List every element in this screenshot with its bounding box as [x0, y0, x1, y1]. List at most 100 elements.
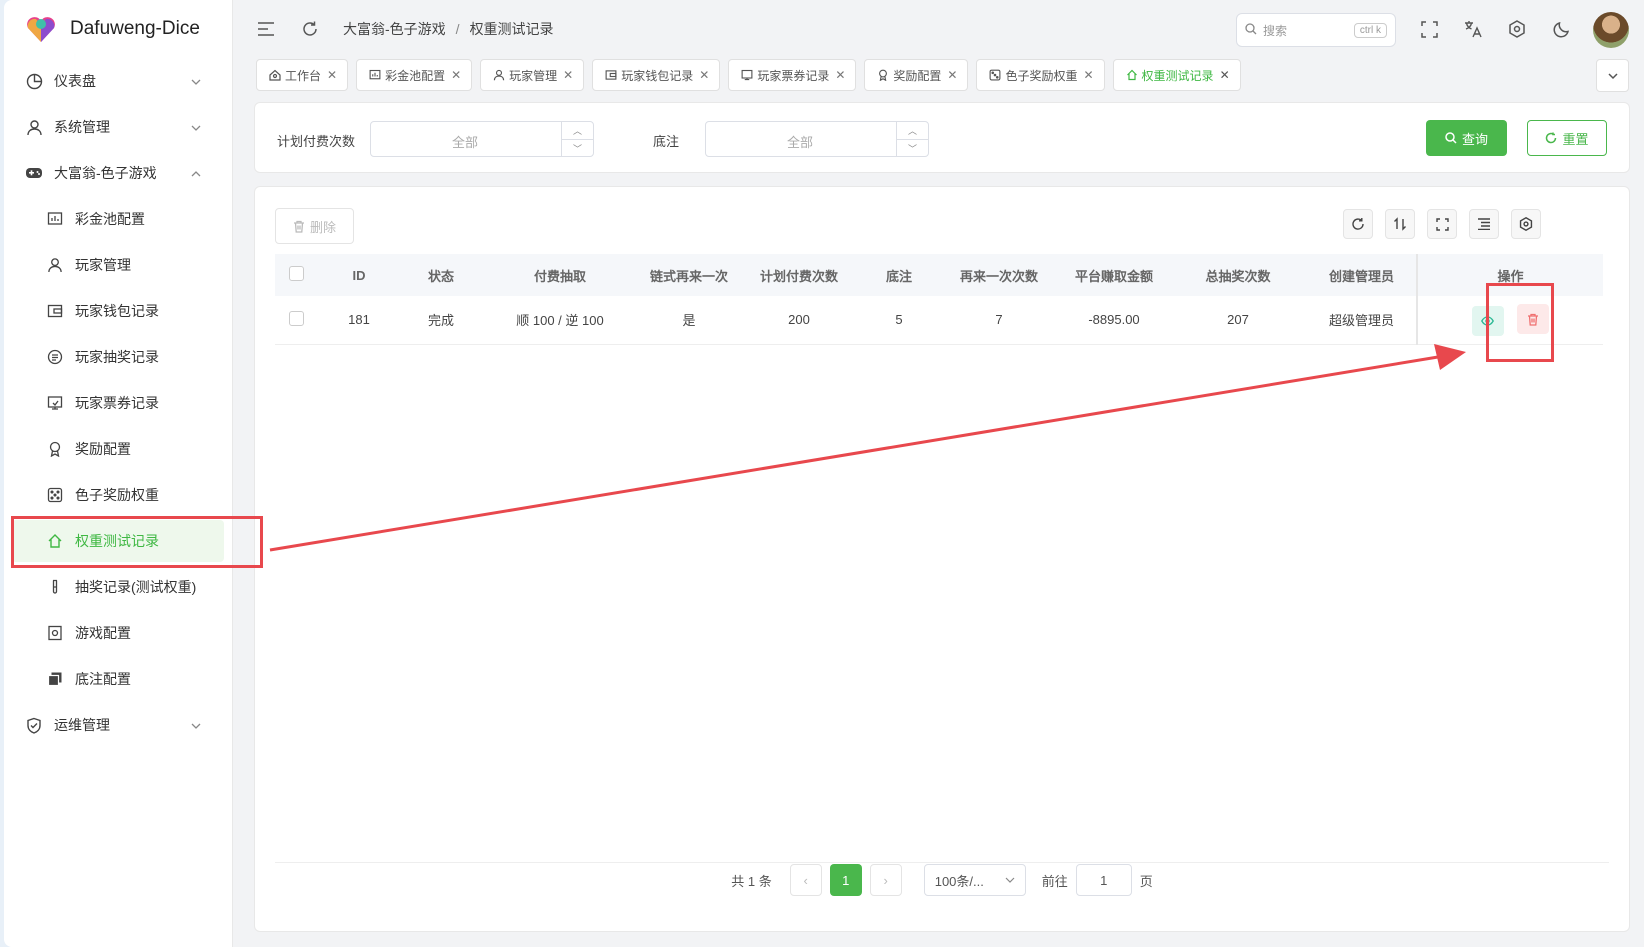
search-input[interactable]: 搜索 ctrl k — [1236, 13, 1396, 47]
user-icon — [24, 117, 44, 137]
award-icon — [877, 69, 889, 81]
tab-ticket-records[interactable]: 玩家票券记录 ✕ — [728, 59, 857, 91]
number-stepper[interactable]: ︿ ﹀ — [561, 122, 593, 156]
number-stepper[interactable]: ︿ ﹀ — [896, 122, 928, 156]
column-header[interactable]: 总抽奖次数 — [1169, 254, 1307, 296]
translate-icon[interactable] — [1462, 18, 1484, 40]
sidebar-menu-footer: 运维管理 — [4, 702, 232, 748]
search-icon — [1245, 22, 1257, 38]
sidebar-item-dice-game[interactable]: 大富翁-色子游戏 — [4, 150, 232, 196]
sidebar: Dafuweng-Dice 仪表盘 系统管理 大富翁-色子游戏 彩金池配置 玩家… — [4, 0, 233, 947]
sidebar-item-bet-config[interactable]: 底注配置 — [4, 656, 232, 702]
close-icon[interactable]: ✕ — [451, 68, 461, 82]
tab-dice-reward-weight[interactable]: 色子奖励权重 ✕ — [976, 59, 1105, 91]
close-icon[interactable]: ✕ — [563, 68, 573, 82]
refresh-icon[interactable] — [299, 18, 321, 40]
column-settings-button[interactable] — [1511, 209, 1541, 239]
sidebar-item-label: 底注配置 — [75, 671, 131, 687]
table-fullscreen-button[interactable] — [1427, 209, 1457, 239]
page-size-select[interactable]: 100条/... — [923, 864, 1026, 896]
sidebar-item-label: 权重测试记录 — [75, 533, 159, 549]
breadcrumb: 大富翁-色子游戏 / 权重测试记录 — [343, 19, 554, 39]
column-header[interactable]: 创建管理员 — [1307, 254, 1417, 296]
close-icon[interactable]: ✕ — [1083, 68, 1093, 82]
table-row: 181 完成 顺 100 / 逆 100 是 200 5 7 -8895.00 … — [275, 296, 1603, 345]
row-checkbox[interactable] — [288, 310, 304, 326]
sidebar-item-player-management[interactable]: 玩家管理 — [4, 242, 232, 288]
next-page-button[interactable]: › — [869, 864, 902, 896]
breadcrumb-item[interactable]: 大富翁-色子游戏 — [343, 19, 446, 39]
close-icon[interactable]: ✕ — [327, 68, 337, 82]
sidebar-item-ops[interactable]: 运维管理 — [4, 702, 232, 748]
avatar[interactable] — [1593, 12, 1629, 48]
prev-page-button[interactable]: ‹ — [789, 864, 822, 896]
select-all-checkbox[interactable] — [288, 266, 304, 281]
sort-icon — [1393, 217, 1407, 231]
chevron-up-icon[interactable]: ︿ — [562, 122, 593, 139]
filter-label-bet: 底注 — [653, 134, 680, 149]
settings-doc-icon — [45, 623, 65, 643]
delete-row-button[interactable] — [1517, 304, 1550, 334]
column-header[interactable]: 计划付费次数 — [739, 254, 859, 296]
home-icon — [1126, 69, 1138, 81]
cell-actions — [1416, 296, 1603, 345]
fullscreen-icon[interactable] — [1418, 18, 1440, 40]
tab-jackpot-config[interactable]: 彩金池配置 ✕ — [356, 59, 473, 91]
close-icon[interactable]: ✕ — [947, 68, 957, 82]
refresh-table-button[interactable] — [1343, 209, 1373, 239]
sidebar-item-reward-config[interactable]: 奖励配置 — [4, 426, 232, 472]
sort-button[interactable] — [1385, 209, 1415, 239]
view-button[interactable] — [1471, 305, 1504, 336]
column-header[interactable]: 付费抽取 — [481, 254, 639, 296]
sidebar-item-dice-reward-weight[interactable]: 色子奖励权重 — [4, 472, 232, 518]
logo[interactable]: Dafuweng-Dice — [4, 0, 232, 58]
tab-weight-test-records[interactable]: 权重测试记录 ✕ — [1112, 59, 1241, 91]
plan-count-input[interactable]: 全部 ︿ ﹀ — [370, 121, 594, 157]
chevron-up-icon[interactable]: ︿ — [897, 122, 928, 139]
density-button[interactable] — [1469, 209, 1499, 239]
query-button[interactable]: 查询 — [1426, 120, 1507, 156]
tab-player-management[interactable]: 玩家管理 ✕ — [480, 59, 585, 91]
page-number-current[interactable]: 1 — [829, 864, 862, 896]
close-icon[interactable]: ✕ — [835, 68, 845, 82]
dark-mode-icon[interactable] — [1550, 18, 1572, 40]
close-icon[interactable]: ✕ — [1220, 68, 1230, 82]
sidebar-item-weight-test-records[interactable]: 权重测试记录 — [12, 520, 224, 562]
chevron-right-icon: › — [883, 872, 888, 888]
tabs-dropdown-button[interactable] — [1596, 59, 1629, 92]
sidebar-item-ticket-records[interactable]: 玩家票券记录 — [4, 380, 232, 426]
bet-input[interactable]: 全部 ︿ ﹀ — [705, 121, 929, 157]
column-header[interactable]: 再来一次次数 — [939, 254, 1059, 296]
chevron-down-icon[interactable]: ﹀ — [897, 139, 928, 156]
refresh-icon — [1545, 132, 1557, 144]
tab-label: 工作台 — [285, 68, 322, 83]
tab-wallet-records[interactable]: 玩家钱包记录 ✕ — [592, 59, 721, 91]
user-icon — [45, 255, 65, 275]
sidebar-item-label: 大富翁-色子游戏 — [54, 165, 157, 181]
sidebar-item-jackpot-config[interactable]: 彩金池配置 — [4, 196, 232, 242]
sidebar-item-system[interactable]: 系统管理 — [4, 104, 232, 150]
sidebar-item-dashboard[interactable]: 仪表盘 — [4, 58, 232, 104]
column-header[interactable]: 状态 — [401, 254, 481, 296]
column-header[interactable]: 底注 — [859, 254, 939, 296]
reset-button[interactable]: 重置 — [1527, 120, 1607, 156]
chevron-left-icon: ‹ — [803, 872, 808, 888]
sidebar-item-lottery-records[interactable]: 玩家抽奖记录 — [4, 334, 232, 380]
column-header[interactable]: 平台赚取金额 — [1059, 254, 1169, 296]
settings-icon[interactable] — [1506, 18, 1528, 40]
sidebar-item-game-config[interactable]: 游戏配置 — [4, 610, 232, 656]
dice-icon — [989, 69, 1001, 81]
tab-label: 权重测试记录 — [1141, 68, 1214, 83]
tab-reward-config[interactable]: 奖励配置 ✕ — [864, 59, 969, 91]
column-header[interactable]: 链式再来一次 — [639, 254, 739, 296]
menu-collapse-icon[interactable] — [255, 18, 277, 40]
close-icon[interactable]: ✕ — [699, 68, 709, 82]
sidebar-item-wallet-records[interactable]: 玩家钱包记录 — [4, 288, 232, 334]
tab-workbench[interactable]: 工作台 ✕ — [256, 59, 349, 91]
sidebar-item-lottery-test-weight[interactable]: 抽奖记录(测试权重) — [4, 564, 232, 610]
column-header[interactable]: ID — [317, 254, 401, 296]
goto-page-input[interactable]: 1 — [1075, 864, 1132, 896]
cell-chain-again: 是 — [639, 296, 739, 345]
delete-button[interactable]: 删除 — [275, 208, 354, 244]
chevron-down-icon[interactable]: ﹀ — [562, 139, 593, 156]
